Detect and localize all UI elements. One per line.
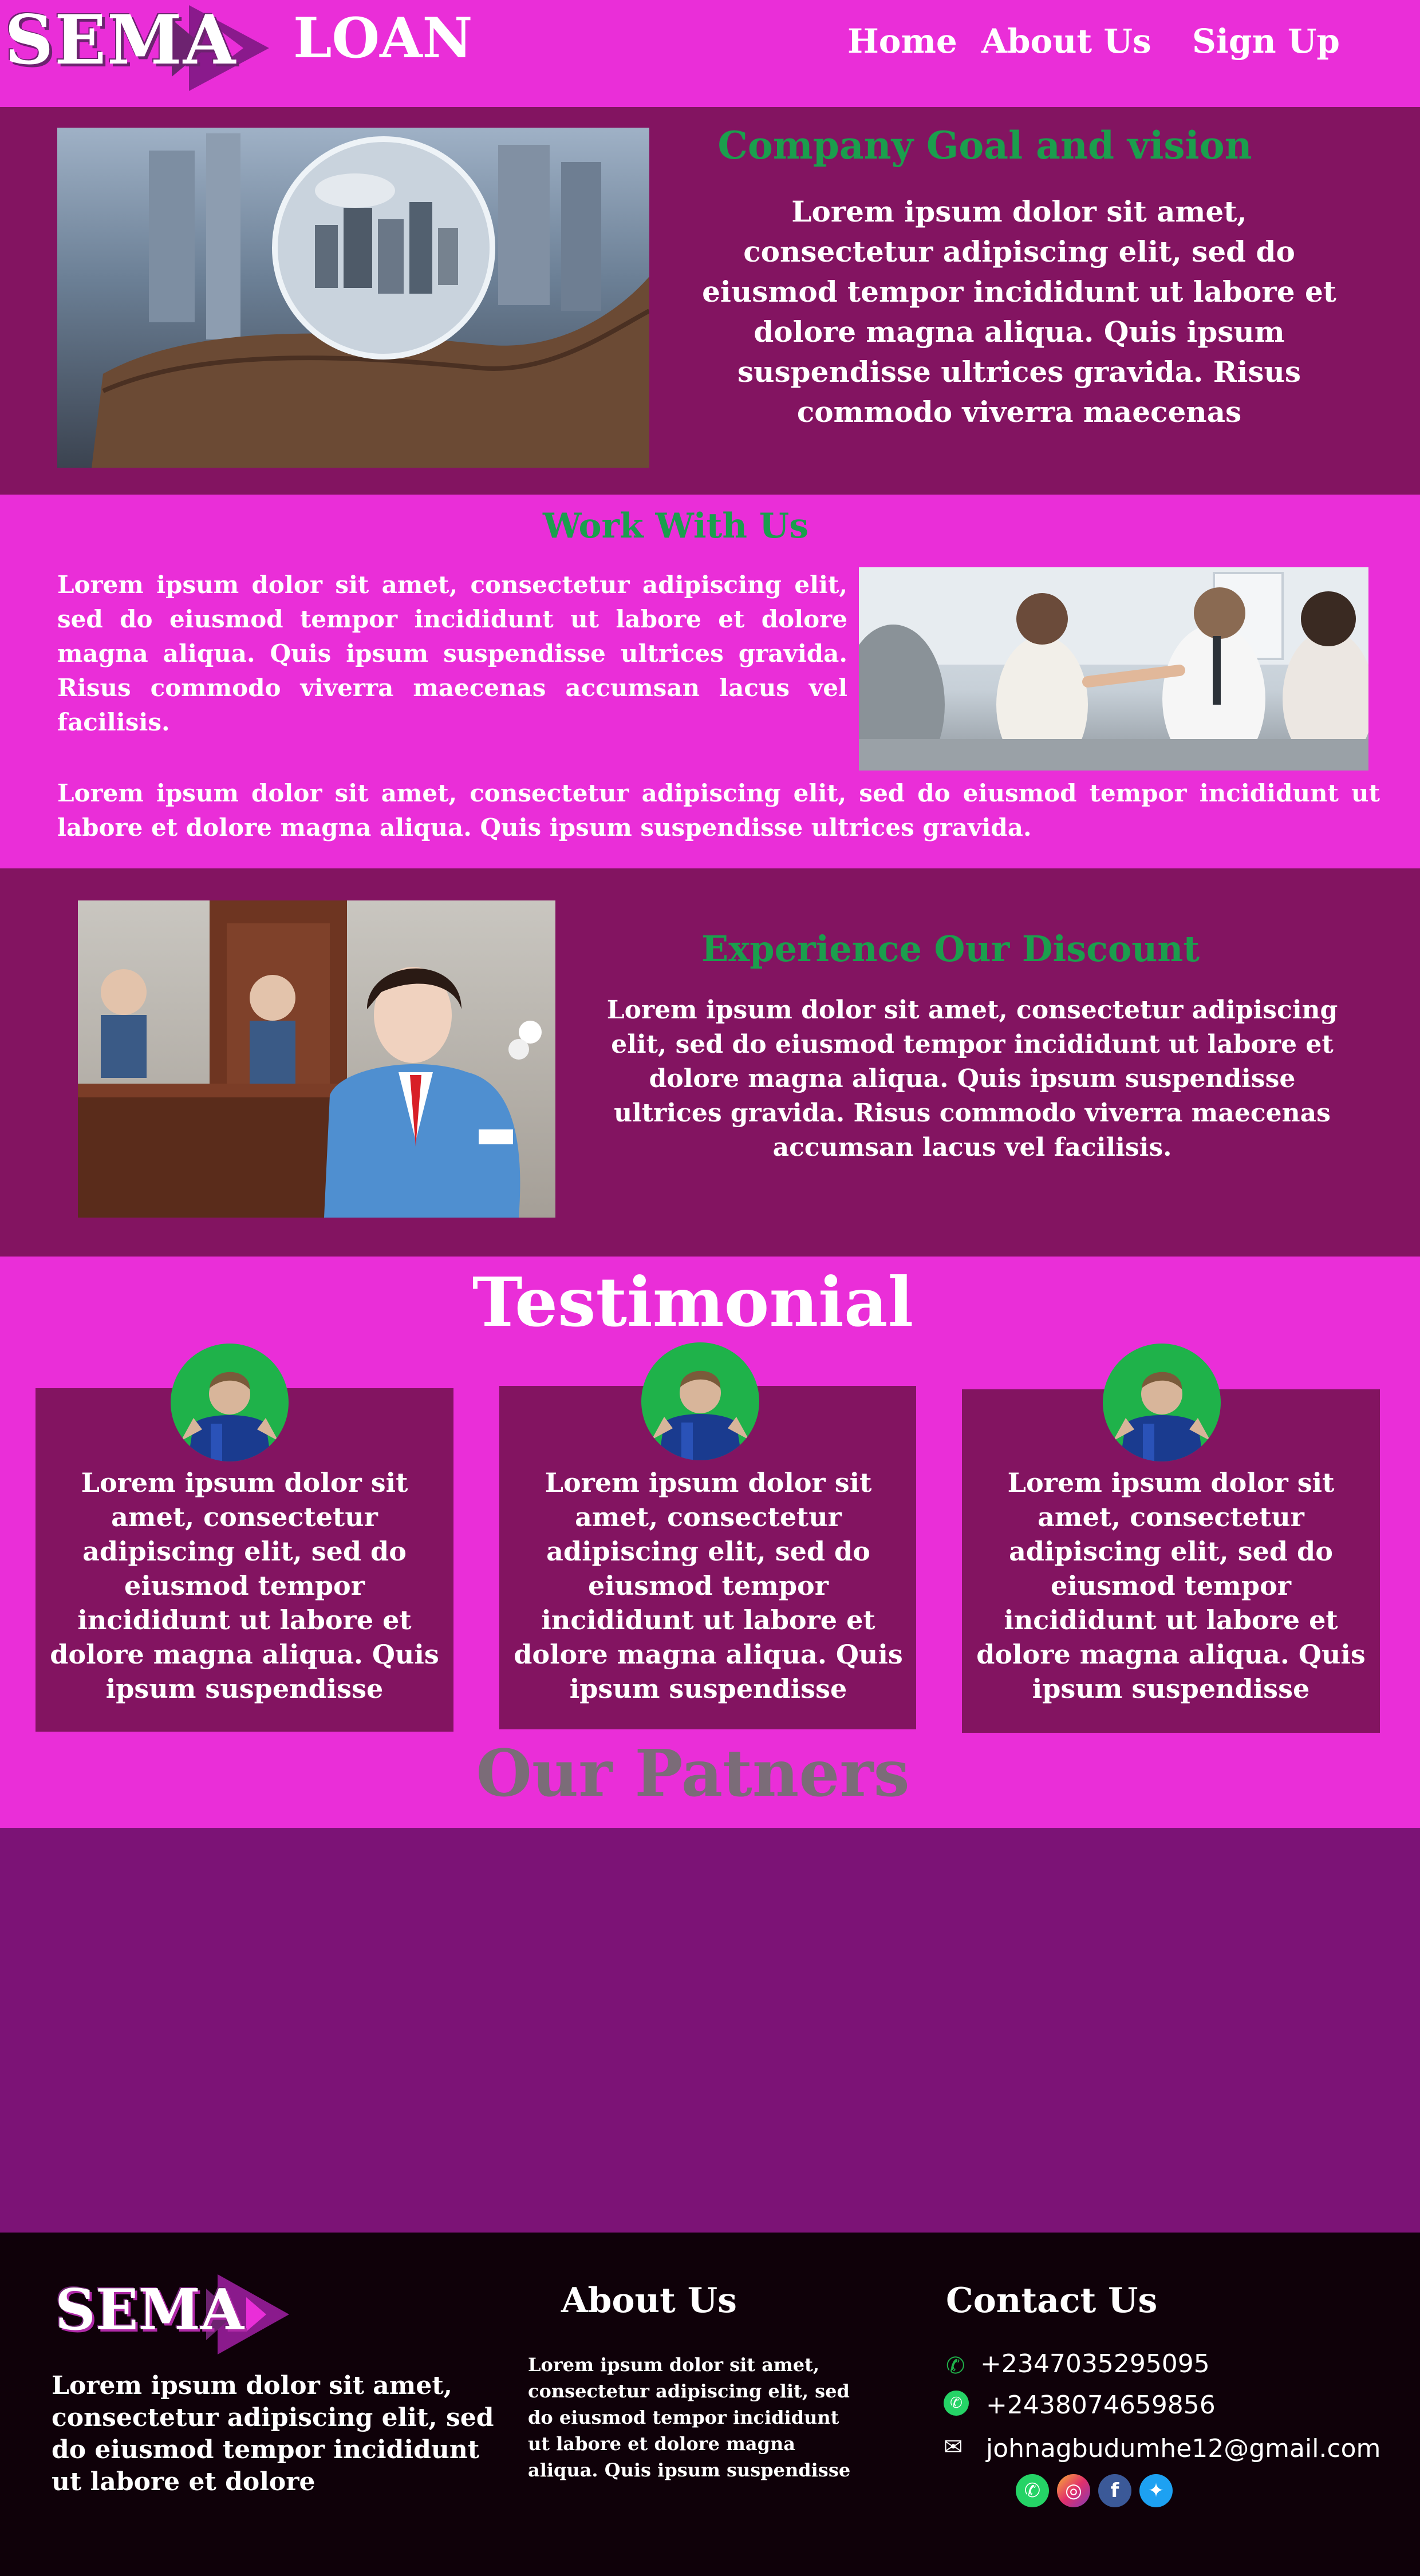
partners-area [0, 1828, 1420, 2233]
phone-icon: ✆ [946, 2353, 965, 2379]
site-header: SEMA LOAN Home About Us Sign Up [0, 0, 1420, 107]
email-icon: ✉ [944, 2434, 963, 2460]
logo[interactable]: SEMA [0, 0, 275, 98]
work-section: Work With Us Lorem ipsum dolor sit amet,… [0, 495, 1420, 868]
footer-about-title: About Us [561, 2281, 737, 2321]
phone-1[interactable]: +2347035295095 [980, 2349, 1210, 2379]
work-text-2: Lorem ipsum dolor sit amet, consectetur … [57, 779, 1380, 841]
phone-2[interactable]: +2438074659856 [986, 2391, 1216, 2420]
site-footer: SEMA Lorem ipsum dolor sit amet, consect… [0, 2233, 1420, 2576]
whatsapp-icon[interactable]: ✆ [1016, 2474, 1049, 2507]
footer-contact-title: Contact Us [946, 2281, 1158, 2321]
logo-text: SEMA [5, 0, 237, 80]
testimonial-text: Lorem ipsum dolor sit amet, consectetur … [50, 1467, 439, 1704]
discount-title: Experience Our Discount [701, 928, 1200, 970]
goal-title: Company Goal and vision [717, 123, 1252, 168]
work-title: Work With Us [542, 506, 809, 546]
footer-logo-text: SEMA [55, 2277, 244, 2343]
discount-section: Experience Our Discount Lorem ipsum dolo… [0, 868, 1420, 1257]
footer-logo[interactable]: SEMA [52, 2271, 292, 2357]
testimonial-title: Testimonial [472, 1262, 914, 1342]
twitter-icon[interactable]: ✦ [1139, 2474, 1173, 2507]
avatar [1103, 1344, 1221, 1461]
instagram-icon[interactable]: ◎ [1057, 2474, 1090, 2507]
goal-section: Company Goal and vision Lorem ipsum dolo… [0, 107, 1420, 495]
testimonial-text: Lorem ipsum dolor sit amet, consectetur … [976, 1467, 1366, 1704]
crystal-ball-image [57, 128, 649, 468]
nav-home[interactable]: Home [847, 22, 957, 61]
goal-text: Lorem ipsum dolor sit amet, consectetur … [702, 195, 1336, 429]
testimonial-text: Lorem ipsum dolor sit amet, consectetur … [514, 1467, 903, 1704]
nav-sign-up[interactable]: Sign Up [1192, 22, 1340, 61]
nav-about-us[interactable]: About Us [981, 22, 1151, 61]
footer-about-small: Lorem ipsum dolor sit amet, consectetur … [528, 2354, 851, 2481]
email[interactable]: johnagbudumhe12@gmail.com [986, 2434, 1380, 2463]
work-text-1: Lorem ipsum dolor sit amet, consectetur … [57, 571, 847, 736]
handshake-image [859, 567, 1368, 771]
brand-name: LOAN [293, 6, 473, 70]
facebook-icon[interactable]: f [1098, 2474, 1131, 2507]
discount-text: Lorem ipsum dolor sit amet, consectetur … [606, 995, 1338, 1162]
avatar [641, 1342, 759, 1460]
partners-title: Our Patners [476, 1736, 910, 1811]
receptionist-image [78, 900, 555, 1218]
whatsapp-icon: ✆ [944, 2391, 969, 2416]
avatar [171, 1344, 289, 1461]
testimonial-section: Testimonial Lorem ipsum dolor sit amet, … [0, 1257, 1420, 1828]
footer-about-text: Lorem ipsum dolor sit amet, consectetur … [52, 2371, 494, 2496]
